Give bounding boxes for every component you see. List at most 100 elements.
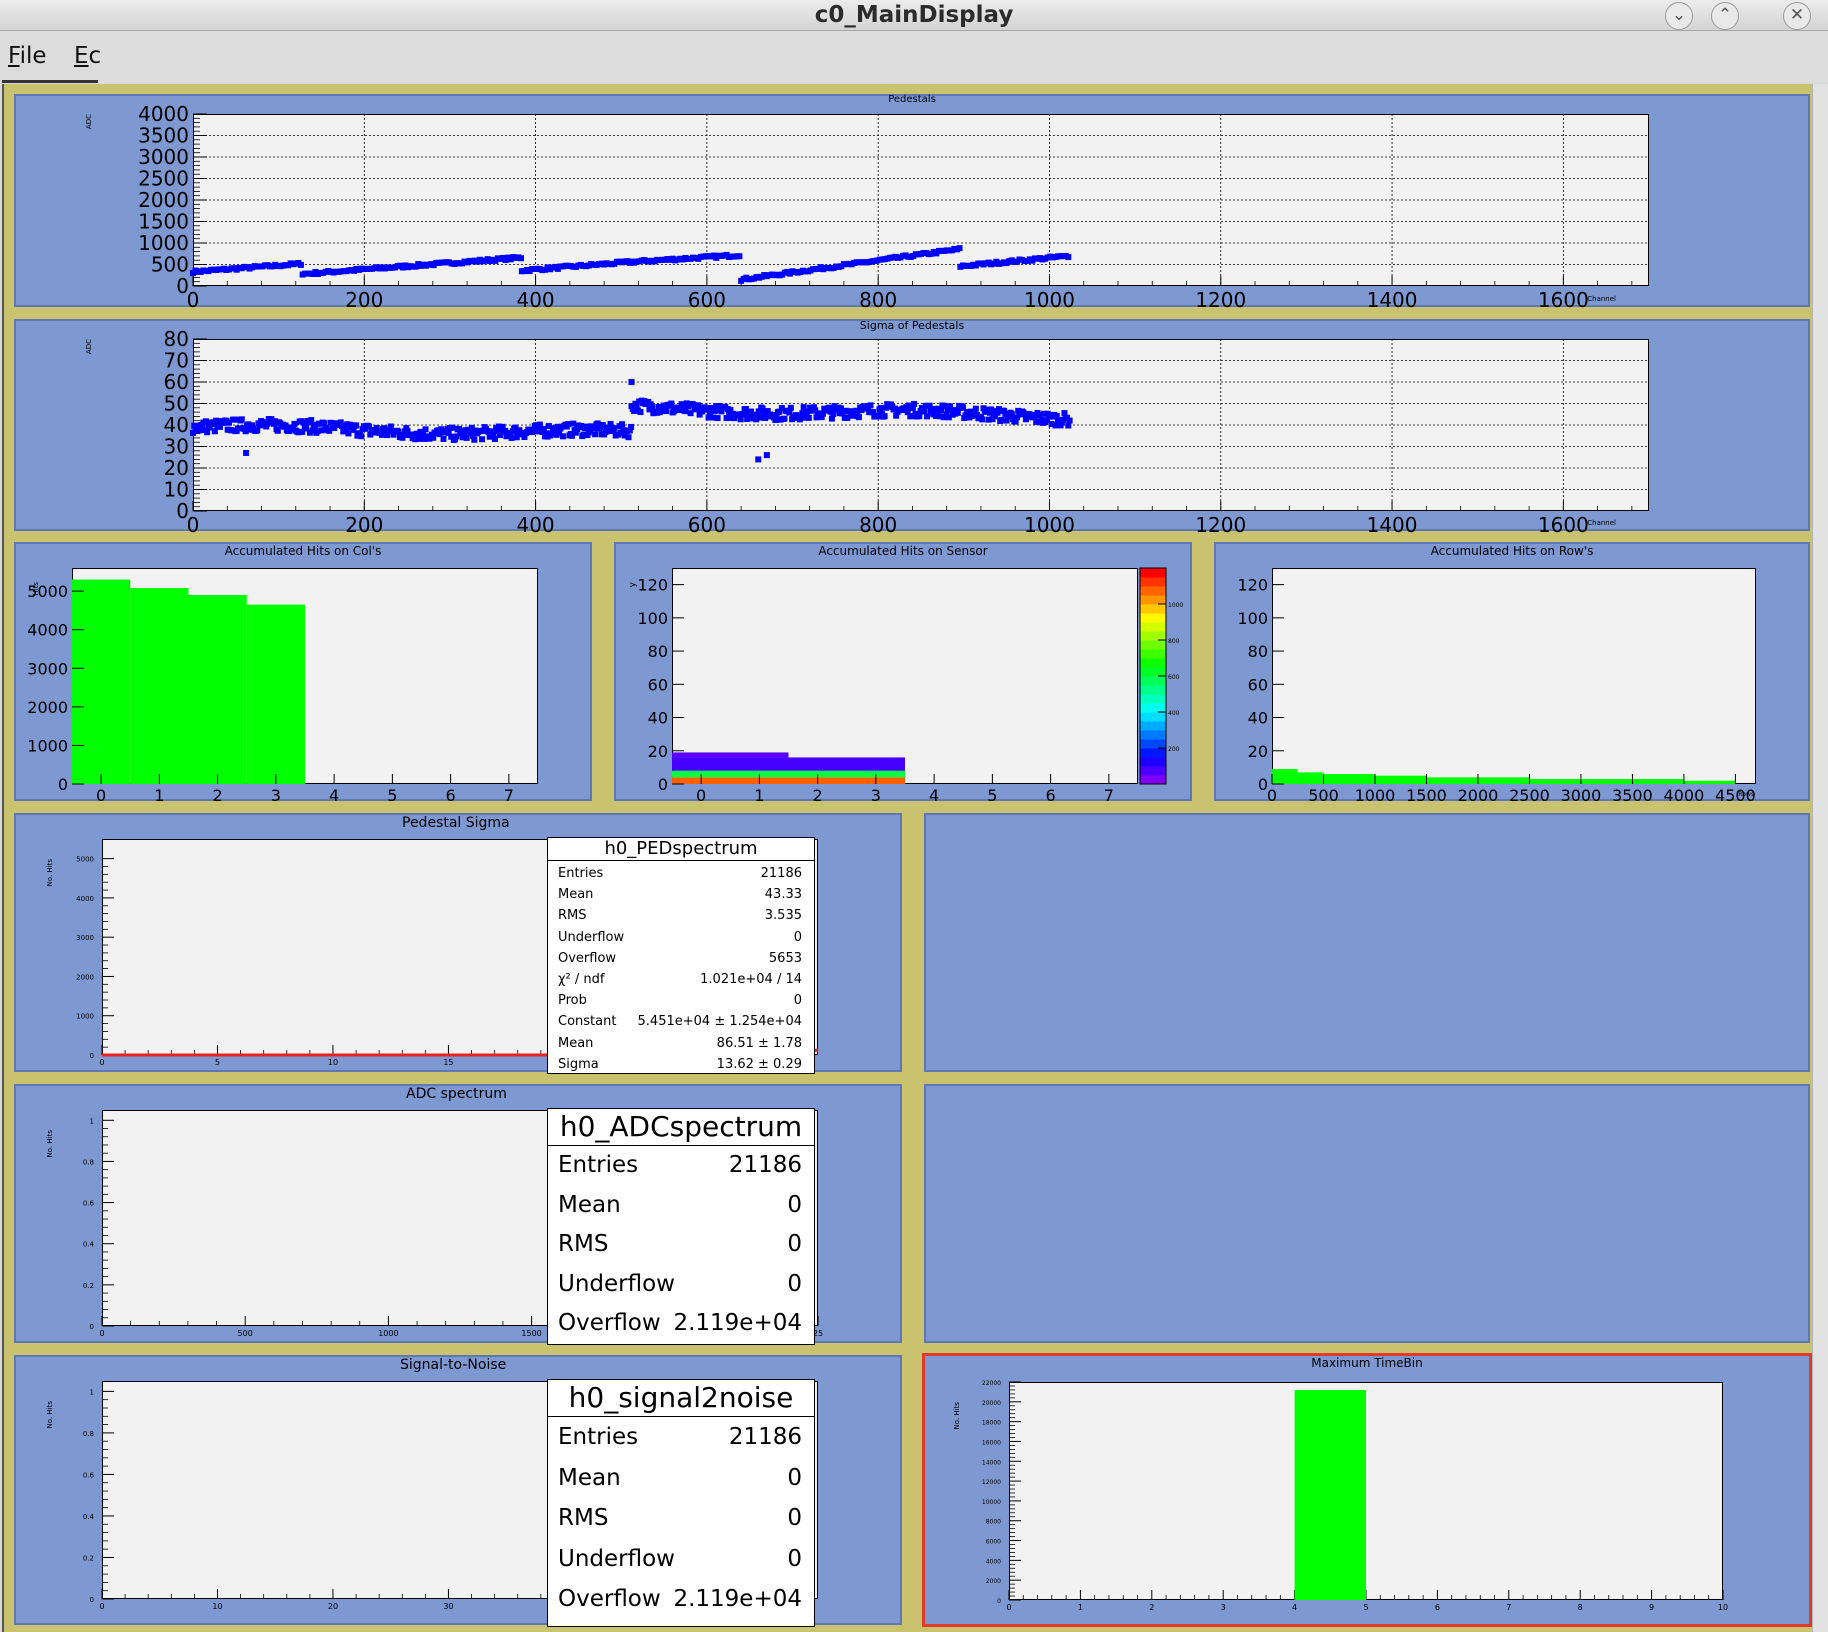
x-tick-label: 5 [215, 1058, 220, 1067]
histogram-bar [1477, 777, 1530, 784]
stats-value: 5.451e+04 ± 1.254e+04 [637, 1014, 802, 1030]
stats-row: Mean 86.51 ± 1.78 [558, 1033, 802, 1054]
rows-plot: 1201008060402000 500 1000 1500 2000 2500 3000 3… [1237, 576, 1755, 805]
stats-label: Prob [558, 993, 587, 1009]
data-point [867, 402, 874, 409]
minimize-button[interactable]: ⌄ [1665, 2, 1693, 30]
histogram-bar [246, 604, 305, 784]
y-axis-label: Hits [32, 582, 40, 596]
y-axis-label: y [628, 581, 638, 587]
stats-row: RMS 0 [558, 1225, 802, 1265]
x-tick-label: 0 [187, 288, 200, 312]
x-tick-label: 30 [443, 1602, 453, 1611]
stats-value: 43.33 [764, 887, 802, 903]
y-tick-label: 8000 [986, 1519, 1001, 1526]
stats-value: 2.119e+04 [673, 1586, 802, 1612]
y-tick-label: 5000 [76, 856, 94, 864]
stats-value: 3.535 [764, 908, 802, 924]
stats-value: 0 [793, 993, 802, 1009]
pad-rows[interactable]: Accumulated Hits on Row's 120 100 80 60 40 20… [1214, 542, 1810, 805]
pad-s2n[interactable]: Signal-to-Noise 10.80.60.40.200102030405… [14, 1355, 902, 1627]
y-tick-label: 4000 [27, 621, 68, 640]
data-point [449, 424, 456, 431]
y-tick-label: 0.8 [83, 1430, 94, 1438]
x-tick-label: 20 [328, 1602, 338, 1611]
stats-title: h0_PEDspectrum [548, 838, 814, 861]
x-tick-label: 0 [99, 1058, 104, 1067]
stats-row: Entries 21186 [558, 1417, 802, 1458]
stats-row: RMS 0 [558, 1498, 802, 1539]
data-point [916, 413, 923, 420]
pad-empty-2[interactable] [924, 1084, 1810, 1343]
y-tick-label: 1 [90, 1117, 94, 1125]
x-tick-label: 1200 [1195, 288, 1246, 312]
y-tick-label: 0.6 [83, 1471, 95, 1479]
x-tick-label: 7 [1104, 786, 1114, 805]
menu-edit[interactable]: Ec [74, 43, 101, 69]
close-button[interactable]: ✕ [1783, 2, 1811, 30]
pad-adc[interactable]: ADC spectrum 1 0.8 0.6 0.4 0.2 0 0 500 1000 1500 2… [14, 1084, 902, 1345]
y-tick-label: 0 [58, 775, 68, 794]
data-point [687, 410, 694, 417]
stats-row: χ² / ndf 1.021e+04 / 14 [558, 969, 802, 990]
palette-swatch [1140, 649, 1166, 659]
y-tick-label: 100 [1237, 609, 1268, 628]
cols-plot: 5000400030002000100000 1 2 3 4 5 6 7Hits [27, 579, 514, 805]
x-axis-label: Channel [1587, 519, 1616, 527]
stats-row: Overflow 2.119e+04 [558, 1304, 802, 1344]
maximize-button[interactable]: ⌃ [1711, 2, 1739, 30]
pad-pedestals[interactable]: Pedestals 4000 3500 3000 2500 2000 1500 1000 50… [14, 94, 1810, 312]
stats-value: 0 [787, 1270, 802, 1297]
histogram-bar [130, 588, 189, 784]
stats-rows: Entries 21186 Mean 43.33 RMS 3.535 Underflow 0 O… [548, 861, 814, 1075]
data-point [471, 436, 478, 443]
x-tick-label: 2000 [1458, 786, 1499, 805]
histogram-bar [1272, 769, 1298, 784]
histogram-bar [1374, 775, 1427, 784]
y-tick-label: 0.2 [83, 1554, 94, 1562]
x-tick-label: 200 [345, 288, 383, 312]
y-tick-label: 30 [164, 435, 189, 459]
outlier-point [763, 452, 770, 459]
x-tick-label: 1000 [378, 1329, 398, 1338]
palette-swatch [1140, 577, 1166, 587]
window-titlebar: c0_MainDisplay ⌄ ⌃ ✕ [0, 0, 1828, 31]
x-tick-label: 600 [688, 513, 726, 537]
pad-sigma[interactable]: Sigma of Pedestals 80 70 60 50 40 30 20 10 0 0 200… [14, 319, 1810, 537]
histogram-bar [1294, 1390, 1366, 1600]
y-tick-label: 10000 [982, 1499, 1001, 1506]
x-tick-label: 1500 [521, 1329, 541, 1338]
y-tick-label: 6000 [986, 1539, 1001, 1546]
data-point [911, 400, 918, 407]
histogram-bar [1529, 779, 1581, 784]
pad-sensor[interactable]: Accumulated Hits on Sensor 120 100 80 60 40 2… [614, 542, 1192, 805]
data-point [565, 421, 572, 428]
pad-empty-1[interactable] [924, 813, 1810, 1072]
pad-timebin[interactable]: Maximum TimeBin 22000 20000 18000 16000 1400… [922, 1353, 1812, 1627]
x-tick-label: 0 [99, 1329, 104, 1338]
x-tick-label: 1 [154, 786, 164, 805]
menu-file-accel: F [8, 43, 20, 69]
palette-swatch [1140, 595, 1166, 605]
x-tick-label: 0 [1006, 1603, 1011, 1612]
histogram-bar [72, 579, 131, 784]
data-point [211, 428, 218, 435]
pad-pedestal-sigma[interactable]: Pedestal Sigma 5000 4000 3000 2000 1000 0 0 5 10… [14, 813, 902, 1075]
y-tick-label: 3500 [138, 124, 189, 148]
y-tick-label: 0 [90, 1052, 94, 1060]
x-tick-label: 0 [1267, 786, 1277, 805]
x-tick-label: 3 [871, 786, 881, 805]
stats-label: Entries [558, 866, 604, 881]
heatmap-cell [672, 752, 789, 758]
y-tick-label: 20000 [982, 1400, 1001, 1407]
menu-file[interactable]: File [8, 43, 47, 69]
y-tick-label: 3000 [27, 659, 68, 678]
pad-cols[interactable]: Accumulated Hits on Col's 5000 4000 3000 20… [14, 542, 592, 805]
x-tick-label: 4 [929, 786, 939, 805]
palette-swatch [1140, 676, 1166, 686]
outlier-point [755, 456, 762, 463]
y-tick-label: 4000 [138, 102, 189, 126]
stats-row: Mean 0 [558, 1186, 802, 1226]
palette-swatch [1140, 667, 1166, 677]
stats-label: Underflow [558, 1270, 675, 1297]
